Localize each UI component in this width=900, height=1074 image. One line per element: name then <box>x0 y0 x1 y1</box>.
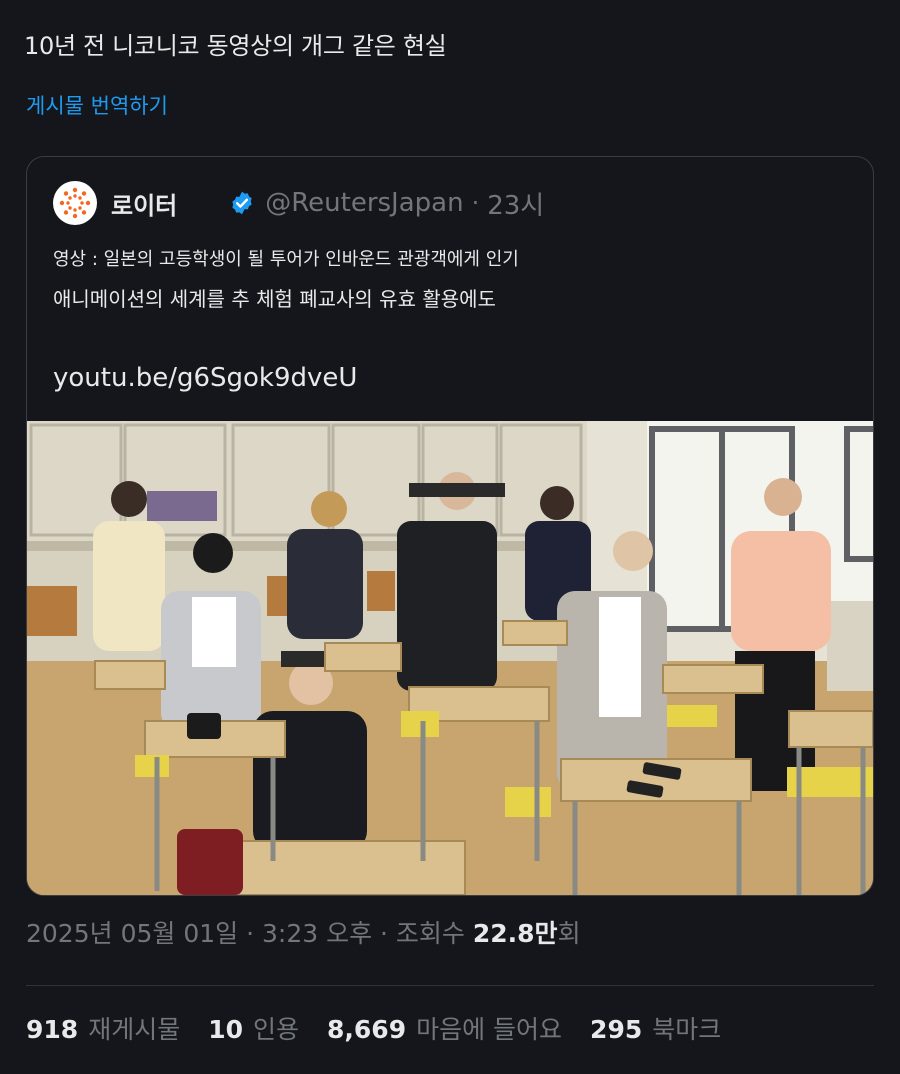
reuters-logo-icon <box>59 187 91 219</box>
meta-separator: · <box>372 919 396 948</box>
reuters-avatar[interactable] <box>53 181 97 225</box>
quoted-author-name[interactable]: 로이터 <box>111 186 177 221</box>
verified-badge-icon <box>229 190 255 216</box>
translate-post-link[interactable]: 게시물 번역하기 <box>26 90 168 120</box>
post-meta: 2025년 05월 01일 · 3:23 오후 · 조회수 22.8만회 <box>26 914 581 950</box>
views-suffix: 회 <box>557 919 581 948</box>
tweet-text: 10년 전 니코니코 동영상의 개그 같은 현실 <box>24 32 447 60</box>
views-count: 22.8만 <box>472 919 558 948</box>
reposts-count: 918 <box>26 1015 79 1044</box>
engagement-stats: 918 재게시물 10 인용 8,669 마음에 들어요 295 북마크 <box>26 1010 749 1046</box>
reposts-stat[interactable]: 918 재게시물 <box>26 1010 180 1046</box>
quoted-text-line2: 애니메이션의 세계를 추 체험 폐교사의 유효 활용에도 <box>53 287 496 311</box>
likes-label: 마음에 들어요 <box>416 1015 563 1044</box>
quoted-text-line1: 영상 : 일본의 고등학생이 될 투어가 인바운드 관광객에게 인기 <box>53 249 519 270</box>
quotes-label: 인용 <box>253 1015 300 1044</box>
meta-separator: · <box>238 919 262 948</box>
post-time[interactable]: 3:23 오후 <box>262 919 372 948</box>
likes-stat[interactable]: 8,669 마음에 들어요 <box>327 1010 562 1046</box>
likes-count: 8,669 <box>327 1015 407 1044</box>
quotes-count: 10 <box>208 1015 243 1044</box>
quoted-author-handle[interactable]: @ReutersJapan <box>265 188 463 218</box>
quoted-youtube-link[interactable]: youtu.be/g6Sgok9dveU <box>53 363 357 393</box>
classroom-photo <box>27 421 873 895</box>
quotes-stat[interactable]: 10 인용 <box>208 1010 299 1046</box>
reposts-label: 재게시물 <box>88 1015 181 1044</box>
quoted-media-photo[interactable] <box>27 421 873 895</box>
divider <box>26 985 874 986</box>
post-date[interactable]: 2025년 05월 01일 <box>26 919 238 948</box>
bookmarks-count: 295 <box>590 1015 643 1044</box>
bookmarks-stat[interactable]: 295 북마크 <box>590 1010 721 1046</box>
quoted-tweet-card[interactable]: 로이터 @ReutersJapan · 23시 영상 : 일본의 고등학생이 될… <box>26 156 874 896</box>
bookmarks-label: 북마크 <box>652 1015 722 1044</box>
views-label: 조회수 <box>395 919 473 948</box>
quoted-time-ago[interactable]: 23시 <box>487 185 544 222</box>
quoted-tweet-header: 로이터 @ReutersJapan · 23시 <box>53 181 544 225</box>
header-separator: · <box>471 189 480 217</box>
